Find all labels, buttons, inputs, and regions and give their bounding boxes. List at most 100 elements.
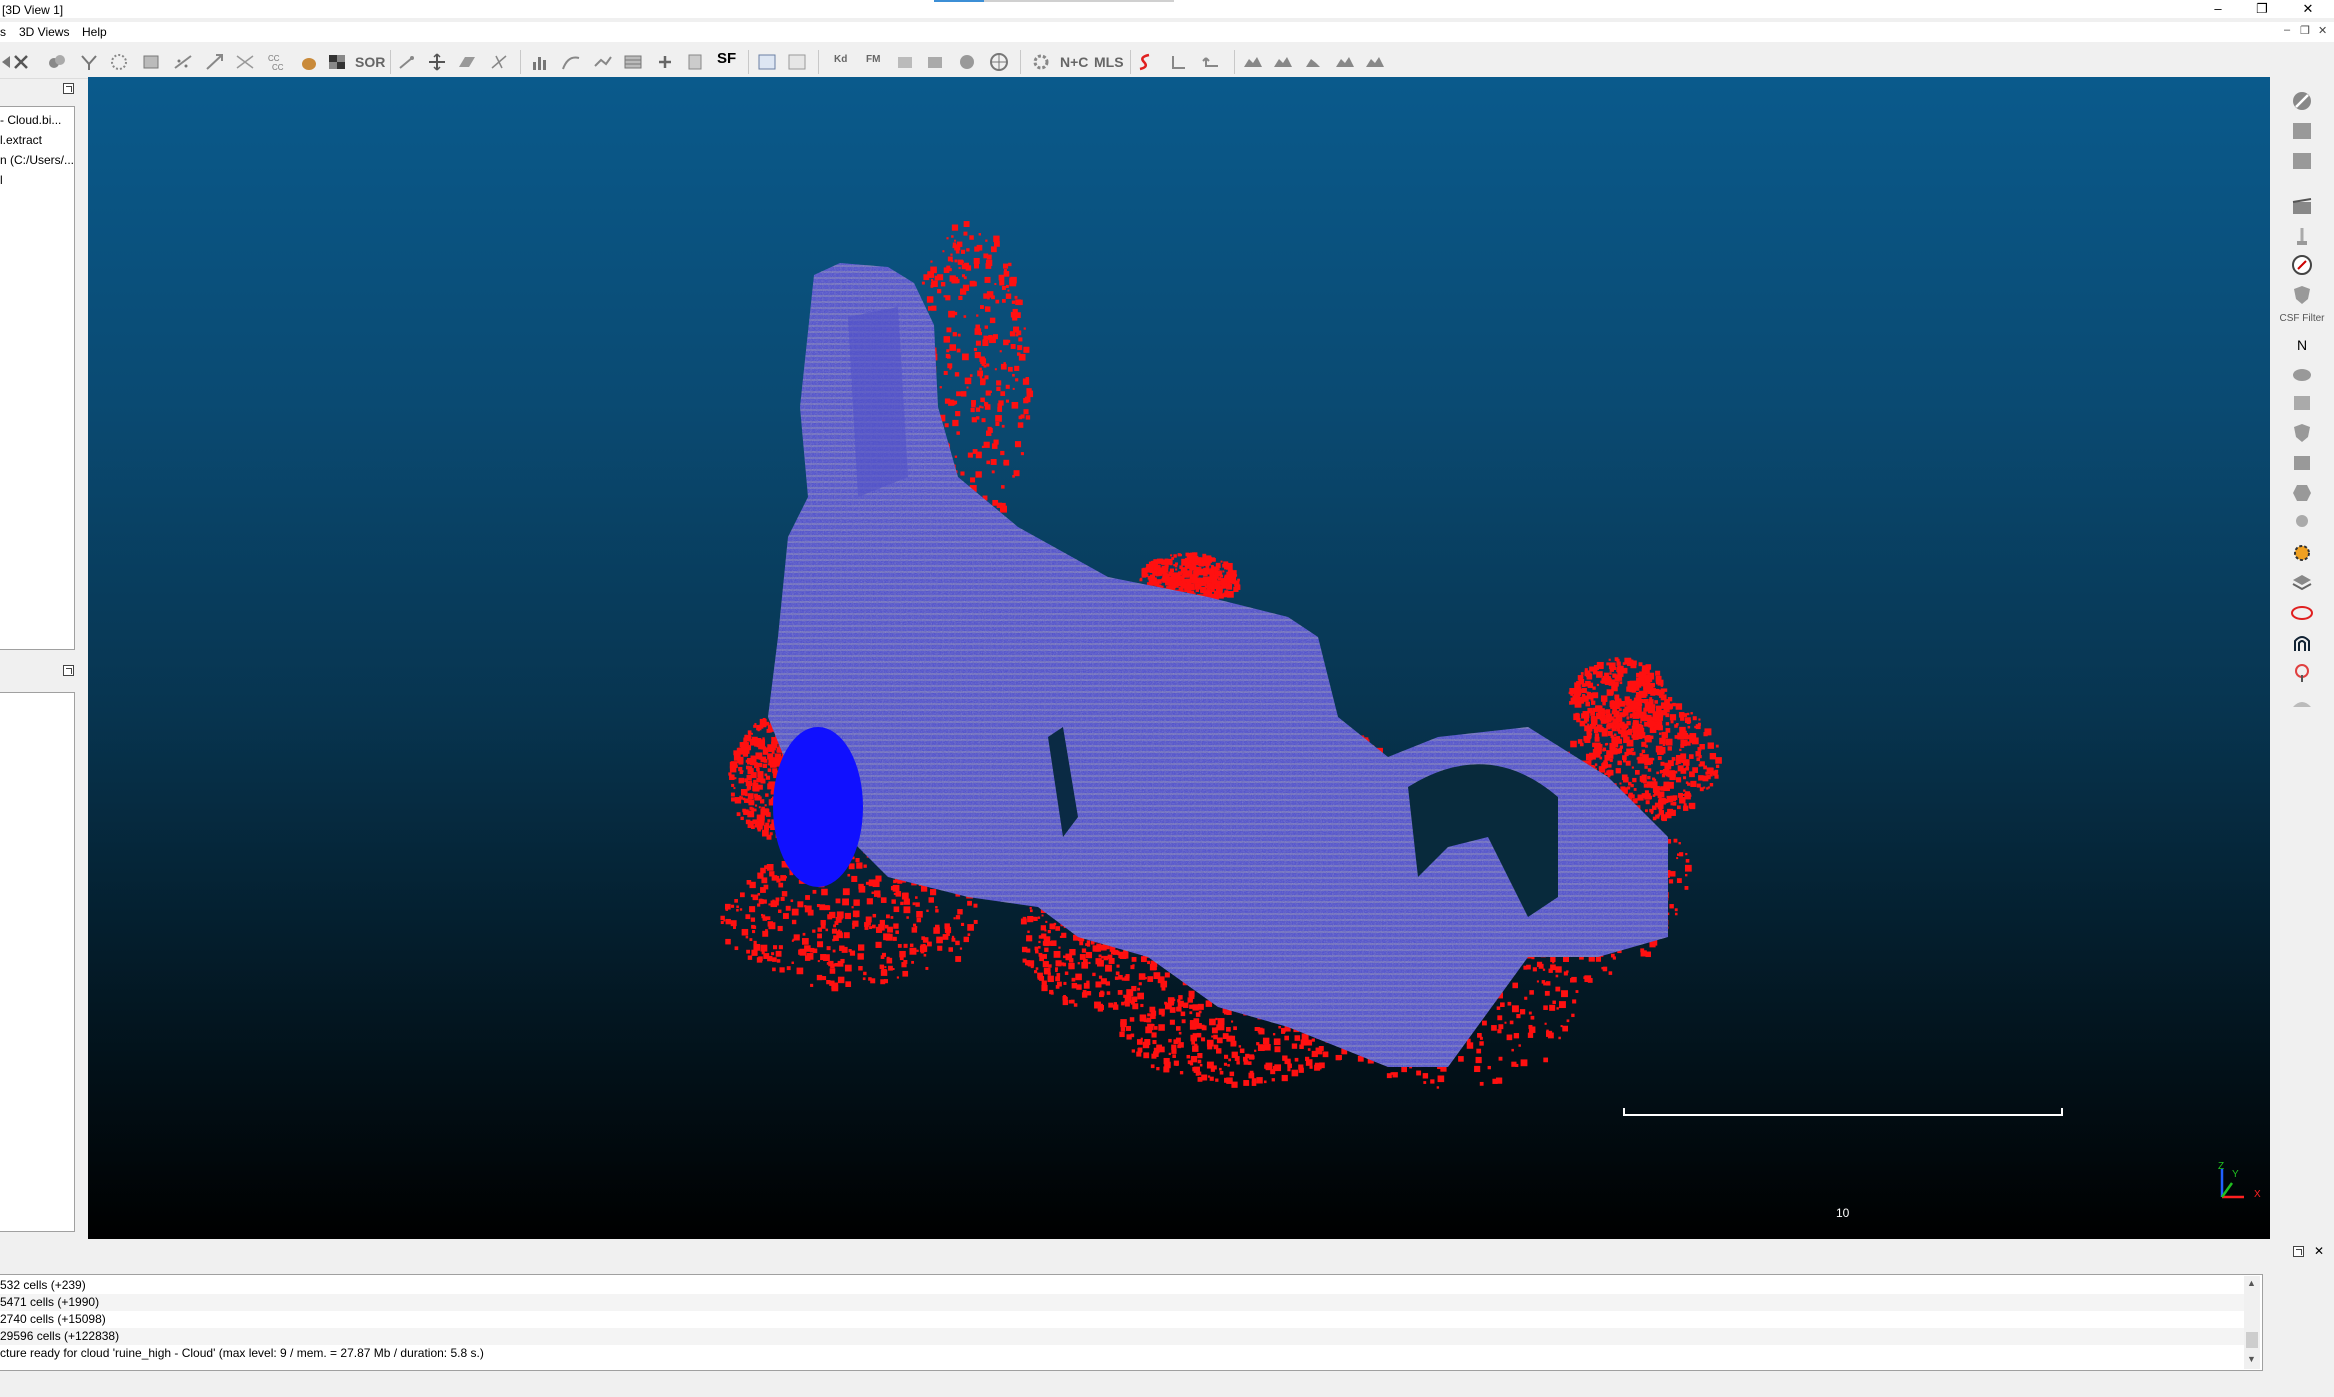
mdi-minimize-button[interactable]: – bbox=[2284, 24, 2290, 36]
scalar-field-button[interactable]: SF bbox=[717, 50, 736, 67]
split-icon[interactable] bbox=[1134, 52, 1156, 72]
terrain-icon-1[interactable] bbox=[1242, 52, 1264, 72]
canupo-train-icon[interactable] bbox=[756, 52, 778, 72]
cloud-compare-icon[interactable]: CCCC bbox=[266, 52, 288, 72]
3d-view[interactable]: 10 Z Y X bbox=[88, 77, 2270, 1239]
undo-icon[interactable] bbox=[1200, 52, 1222, 72]
red-point bbox=[1045, 920, 1048, 923]
terrain-icon-2[interactable] bbox=[1272, 52, 1294, 72]
film-icon[interactable] bbox=[2290, 195, 2314, 219]
scroll-thumb[interactable] bbox=[2246, 1332, 2258, 1348]
canupo-classify-icon[interactable] bbox=[786, 52, 808, 72]
red-point bbox=[869, 926, 872, 930]
red-point bbox=[1163, 1057, 1170, 1065]
calculator-icon[interactable] bbox=[684, 52, 706, 72]
scroll-down-icon[interactable]: ▼ bbox=[2247, 1354, 2256, 1364]
section-icon[interactable] bbox=[1168, 52, 1190, 72]
terrain-icon-5[interactable] bbox=[1364, 52, 1386, 72]
mesh-icon[interactable] bbox=[924, 52, 946, 72]
range-icon[interactable] bbox=[592, 52, 614, 72]
brush-icon[interactable] bbox=[2290, 225, 2314, 249]
menu-item-help[interactable]: Help bbox=[82, 25, 107, 39]
translate-icon[interactable] bbox=[426, 52, 448, 72]
red-point bbox=[1171, 557, 1175, 560]
db-tree-item[interactable]: l.extract bbox=[0, 133, 42, 147]
red-point bbox=[1223, 561, 1229, 567]
menu-item-3d-views[interactable]: 3D Views bbox=[19, 25, 69, 39]
grid-icon[interactable] bbox=[140, 52, 162, 72]
pattern-icon[interactable] bbox=[2290, 391, 2314, 415]
register-icon[interactable] bbox=[234, 52, 256, 72]
layers-icon[interactable] bbox=[2290, 571, 2314, 595]
rgb-icon[interactable] bbox=[2290, 511, 2314, 535]
red-point bbox=[1615, 768, 1621, 774]
segment-icon[interactable] bbox=[488, 52, 510, 72]
compass-icon[interactable] bbox=[2290, 253, 2314, 277]
image-icon[interactable] bbox=[2290, 119, 2314, 143]
float-panel-icon[interactable] bbox=[2293, 1246, 2304, 1257]
red-point bbox=[1281, 1029, 1286, 1034]
curve-icon[interactable] bbox=[560, 52, 582, 72]
gear-icon[interactable] bbox=[1030, 52, 1052, 72]
image-icon-2[interactable] bbox=[2290, 149, 2314, 173]
close-icon[interactable]: ✕ bbox=[2314, 1244, 2324, 1258]
red-point bbox=[1038, 935, 1043, 939]
csf-filter-label[interactable]: CSF Filter bbox=[2270, 313, 2334, 324]
cloud-icon[interactable] bbox=[2290, 363, 2314, 387]
mdi-restore-button[interactable]: ❐ bbox=[2300, 24, 2310, 37]
delete-icon[interactable] bbox=[10, 52, 32, 72]
db-tree-item[interactable]: - Cloud.bi... bbox=[0, 113, 61, 127]
red-point bbox=[997, 407, 1003, 412]
plane-icon[interactable] bbox=[456, 52, 478, 72]
red-point bbox=[979, 367, 982, 371]
mls-button[interactable]: MLS bbox=[1094, 54, 1124, 70]
tree-icon[interactable] bbox=[2290, 661, 2314, 685]
float-panel-icon[interactable] bbox=[63, 665, 74, 676]
red-point bbox=[837, 960, 844, 967]
scroll-up-icon[interactable]: ▲ bbox=[2247, 1278, 2256, 1288]
texture-icon[interactable] bbox=[2290, 451, 2314, 475]
db-tree-item[interactable]: n (C:/Users/... bbox=[0, 153, 74, 167]
point-cloud[interactable] bbox=[88, 77, 2270, 1239]
shield-icon[interactable] bbox=[2290, 283, 2314, 307]
shield-icon-2[interactable] bbox=[2290, 421, 2314, 445]
table-icon[interactable] bbox=[622, 52, 644, 72]
terrain-icon-4[interactable] bbox=[1334, 52, 1356, 72]
console-scrollbar[interactable]: ▲ ▼ bbox=[2244, 1276, 2260, 1369]
close-button[interactable]: ✕ bbox=[2286, 0, 2330, 18]
menu-item-tools[interactable]: s bbox=[0, 25, 6, 39]
no-entry-icon[interactable] bbox=[2290, 89, 2314, 113]
restore-button[interactable]: ❐ bbox=[2240, 0, 2284, 18]
checkerboard-icon[interactable] bbox=[326, 52, 348, 72]
sor-filter-button[interactable]: SOR bbox=[355, 54, 385, 70]
add-icon[interactable] bbox=[654, 52, 676, 72]
subsample-icon[interactable] bbox=[108, 52, 130, 72]
align-icon[interactable] bbox=[204, 52, 226, 72]
float-panel-icon[interactable] bbox=[63, 83, 74, 94]
globe-icon[interactable] bbox=[988, 52, 1010, 72]
kdtree-button[interactable]: Kd bbox=[834, 54, 847, 65]
db-tree-item[interactable]: l bbox=[0, 173, 3, 187]
sphere-icon[interactable] bbox=[956, 52, 978, 72]
histogram-icon[interactable] bbox=[530, 52, 552, 72]
north-label[interactable]: N bbox=[2270, 337, 2334, 353]
minimize-button[interactable]: – bbox=[2196, 0, 2240, 18]
terrain-icon-3[interactable] bbox=[1302, 52, 1324, 72]
clone-icon[interactable] bbox=[46, 52, 68, 72]
ellipse-icon[interactable] bbox=[2290, 601, 2314, 625]
mdi-close-button[interactable]: ✕ bbox=[2318, 24, 2327, 37]
red-point bbox=[1231, 1051, 1238, 1058]
box-icon[interactable] bbox=[894, 52, 916, 72]
red-point bbox=[758, 796, 762, 800]
ground-icon[interactable] bbox=[2290, 691, 2314, 715]
fast-marching-button[interactable]: FM bbox=[866, 54, 880, 65]
merge-icon[interactable] bbox=[78, 52, 100, 72]
gear-colored-icon[interactable] bbox=[2290, 541, 2314, 565]
arch-icon[interactable] bbox=[2290, 631, 2314, 655]
measure-icon[interactable] bbox=[396, 52, 418, 72]
hexagon-icon[interactable] bbox=[2290, 481, 2314, 505]
scatter-icon[interactable] bbox=[172, 52, 194, 72]
bunny-icon[interactable] bbox=[298, 52, 320, 72]
red-point bbox=[771, 741, 778, 748]
normals-button[interactable]: N+C bbox=[1060, 54, 1088, 70]
